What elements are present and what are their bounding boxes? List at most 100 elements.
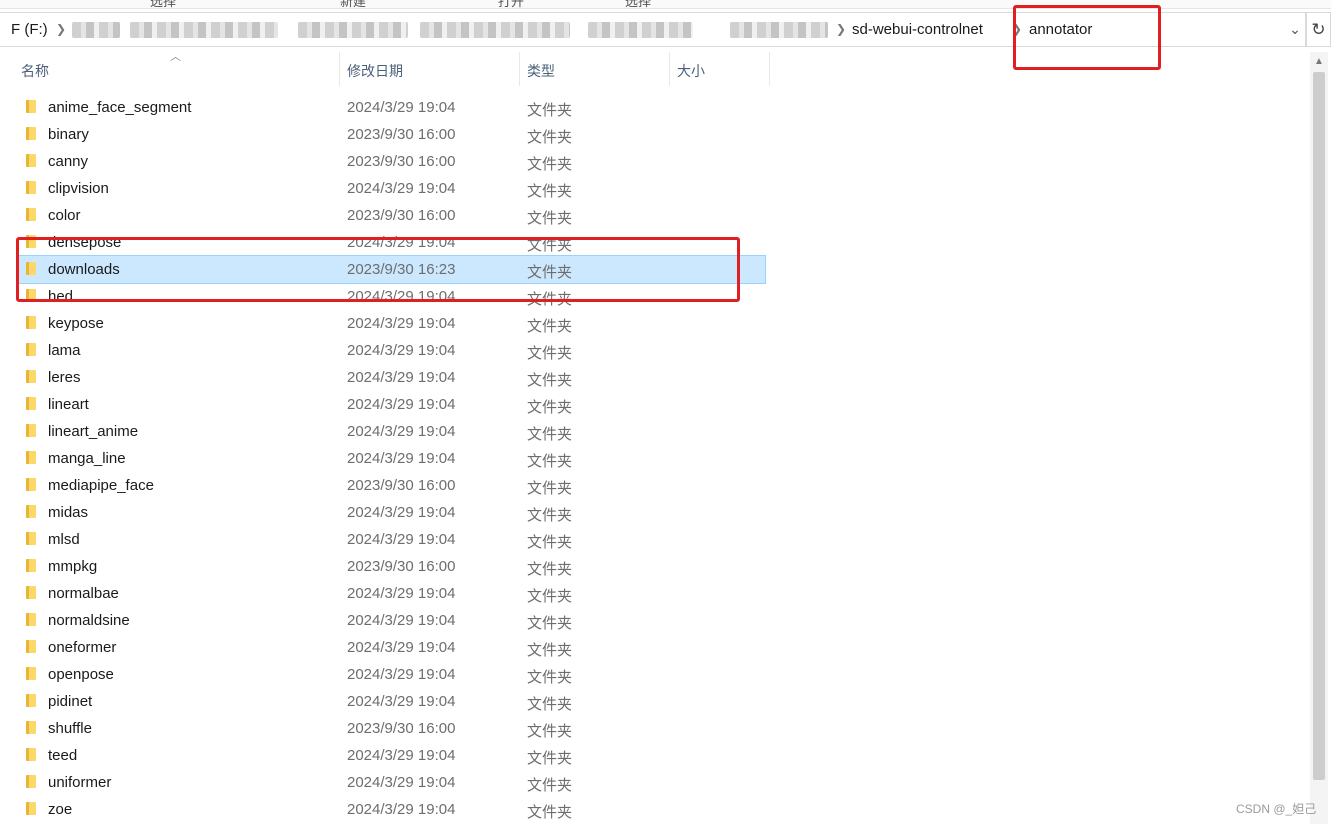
list-item[interactable]: midas 2024/3/29 19:04 文件夹 xyxy=(18,499,765,526)
folder-icon xyxy=(26,640,36,653)
file-date: 2023/9/30 16:00 xyxy=(347,153,456,170)
file-name: teed xyxy=(48,747,78,764)
ribbon-tab-select[interactable]: 选择 xyxy=(150,0,176,10)
breadcrumb-drive[interactable]: F (F:) xyxy=(11,21,48,38)
redacted-breadcrumb xyxy=(420,22,570,38)
ribbon-tab-new[interactable]: 新建 xyxy=(340,0,366,10)
file-name: color xyxy=(48,207,81,224)
column-size[interactable]: 大小 xyxy=(677,61,705,81)
list-item[interactable]: uniformer 2024/3/29 19:04 文件夹 xyxy=(18,769,765,796)
file-name: anime_face_segment xyxy=(48,99,192,116)
file-name: zoe xyxy=(48,801,73,818)
list-item[interactable]: keypose 2024/3/29 19:04 文件夹 xyxy=(18,310,765,337)
folder-icon xyxy=(26,424,36,437)
file-date: 2024/3/29 19:04 xyxy=(347,612,456,629)
column-modified[interactable]: 修改日期 xyxy=(347,61,403,81)
list-item[interactable]: teed 2024/3/29 19:04 文件夹 xyxy=(18,742,765,769)
file-date: 2024/3/29 19:04 xyxy=(347,666,456,683)
file-name: canny xyxy=(48,153,89,170)
breadcrumb-controlnet[interactable]: sd-webui-controlnet xyxy=(852,21,983,38)
file-name: mlsd xyxy=(48,531,80,548)
file-name: mediapipe_face xyxy=(48,477,154,494)
file-date: 2024/3/29 19:04 xyxy=(347,369,456,386)
list-item[interactable]: lama 2024/3/29 19:04 文件夹 xyxy=(18,337,765,364)
file-type: 文件夹 xyxy=(527,129,573,146)
file-type: 文件夹 xyxy=(527,102,573,119)
ribbon-tab-open[interactable]: 打开 xyxy=(498,0,524,10)
file-date: 2024/3/29 19:04 xyxy=(347,747,456,764)
file-type: 文件夹 xyxy=(527,723,573,740)
file-date: 2023/9/30 16:00 xyxy=(347,477,456,494)
list-item[interactable]: anime_face_segment 2024/3/29 19:04 文件夹 xyxy=(18,94,765,121)
list-item[interactable]: lineart_anime 2024/3/29 19:04 文件夹 xyxy=(18,418,765,445)
ribbon-tab-select-2[interactable]: 选择 xyxy=(625,0,651,10)
file-date: 2024/3/29 19:04 xyxy=(347,585,456,602)
file-date: 2024/3/29 19:04 xyxy=(347,531,456,548)
file-type: 文件夹 xyxy=(527,210,573,227)
file-type: 文件夹 xyxy=(527,183,573,200)
file-type: 文件夹 xyxy=(527,453,573,470)
file-date: 2024/3/29 19:04 xyxy=(347,99,456,116)
refresh-icon[interactable]: ↻ xyxy=(1306,12,1331,47)
scroll-thumb[interactable] xyxy=(1313,72,1325,780)
column-divider[interactable] xyxy=(769,52,770,86)
chevron-down-icon[interactable]: ⌄ xyxy=(1285,21,1305,38)
redacted-breadcrumb xyxy=(730,22,828,38)
file-type: 文件夹 xyxy=(527,534,573,551)
column-header: ︿ 名称 修改日期 类型 大小 xyxy=(0,51,770,88)
redacted-breadcrumb xyxy=(130,22,278,38)
folder-icon xyxy=(26,208,36,221)
breadcrumb-separator-icon[interactable]: ❯ xyxy=(836,22,846,36)
folder-icon xyxy=(26,316,36,329)
file-name: normalbae xyxy=(48,585,119,602)
list-item[interactable]: clipvision 2024/3/29 19:04 文件夹 xyxy=(18,175,765,202)
folder-icon xyxy=(26,667,36,680)
column-divider[interactable] xyxy=(339,52,340,86)
annotation-highlight-downloads xyxy=(16,237,740,302)
file-name: uniformer xyxy=(48,774,112,791)
folder-icon xyxy=(26,100,36,113)
folder-icon xyxy=(26,559,36,572)
folder-icon xyxy=(26,721,36,734)
file-type: 文件夹 xyxy=(527,561,573,578)
list-item[interactable]: normalbae 2024/3/29 19:04 文件夹 xyxy=(18,580,765,607)
folder-icon xyxy=(26,478,36,491)
file-date: 2023/9/30 16:00 xyxy=(347,126,456,143)
list-item[interactable]: leres 2024/3/29 19:04 文件夹 xyxy=(18,364,765,391)
list-item[interactable]: normaldsine 2024/3/29 19:04 文件夹 xyxy=(18,607,765,634)
list-item[interactable]: mediapipe_face 2023/9/30 16:00 文件夹 xyxy=(18,472,765,499)
vertical-scrollbar[interactable]: ▲ xyxy=(1310,52,1328,824)
file-name: midas xyxy=(48,504,89,521)
file-type: 文件夹 xyxy=(527,804,573,821)
folder-icon xyxy=(26,586,36,599)
file-name: shuffle xyxy=(48,720,92,737)
list-item[interactable]: manga_line 2024/3/29 19:04 文件夹 xyxy=(18,445,765,472)
file-name: clipvision xyxy=(48,180,109,197)
column-name[interactable]: 名称 xyxy=(21,61,49,81)
folder-icon xyxy=(26,181,36,194)
list-item[interactable]: openpose 2024/3/29 19:04 文件夹 xyxy=(18,661,765,688)
folder-icon xyxy=(26,613,36,626)
list-item[interactable]: shuffle 2023/9/30 16:00 文件夹 xyxy=(18,715,765,742)
file-type: 文件夹 xyxy=(527,696,573,713)
file-name: keypose xyxy=(48,315,104,332)
breadcrumb-separator-icon[interactable]: ❯ xyxy=(56,22,66,36)
column-divider[interactable] xyxy=(669,52,670,86)
list-item[interactable]: mlsd 2024/3/29 19:04 文件夹 xyxy=(18,526,765,553)
column-divider[interactable] xyxy=(519,52,520,86)
list-item[interactable]: binary 2023/9/30 16:00 文件夹 xyxy=(18,121,765,148)
redacted-breadcrumb xyxy=(588,22,693,38)
file-name: leres xyxy=(48,369,81,386)
list-item[interactable]: lineart 2024/3/29 19:04 文件夹 xyxy=(18,391,765,418)
list-item[interactable]: zoe 2024/3/29 19:04 文件夹 xyxy=(18,796,765,823)
list-item[interactable]: mmpkg 2023/9/30 16:00 文件夹 xyxy=(18,553,765,580)
file-type: 文件夹 xyxy=(527,156,573,173)
list-item[interactable]: oneformer 2024/3/29 19:04 文件夹 xyxy=(18,634,765,661)
file-date: 2024/3/29 19:04 xyxy=(347,396,456,413)
list-item[interactable]: color 2023/9/30 16:00 文件夹 xyxy=(18,202,765,229)
list-item[interactable]: canny 2023/9/30 16:00 文件夹 xyxy=(18,148,765,175)
list-item[interactable]: pidinet 2024/3/29 19:04 文件夹 xyxy=(18,688,765,715)
file-type: 文件夹 xyxy=(527,480,573,497)
scroll-up-icon[interactable]: ▲ xyxy=(1314,56,1324,67)
column-type[interactable]: 类型 xyxy=(527,61,555,81)
